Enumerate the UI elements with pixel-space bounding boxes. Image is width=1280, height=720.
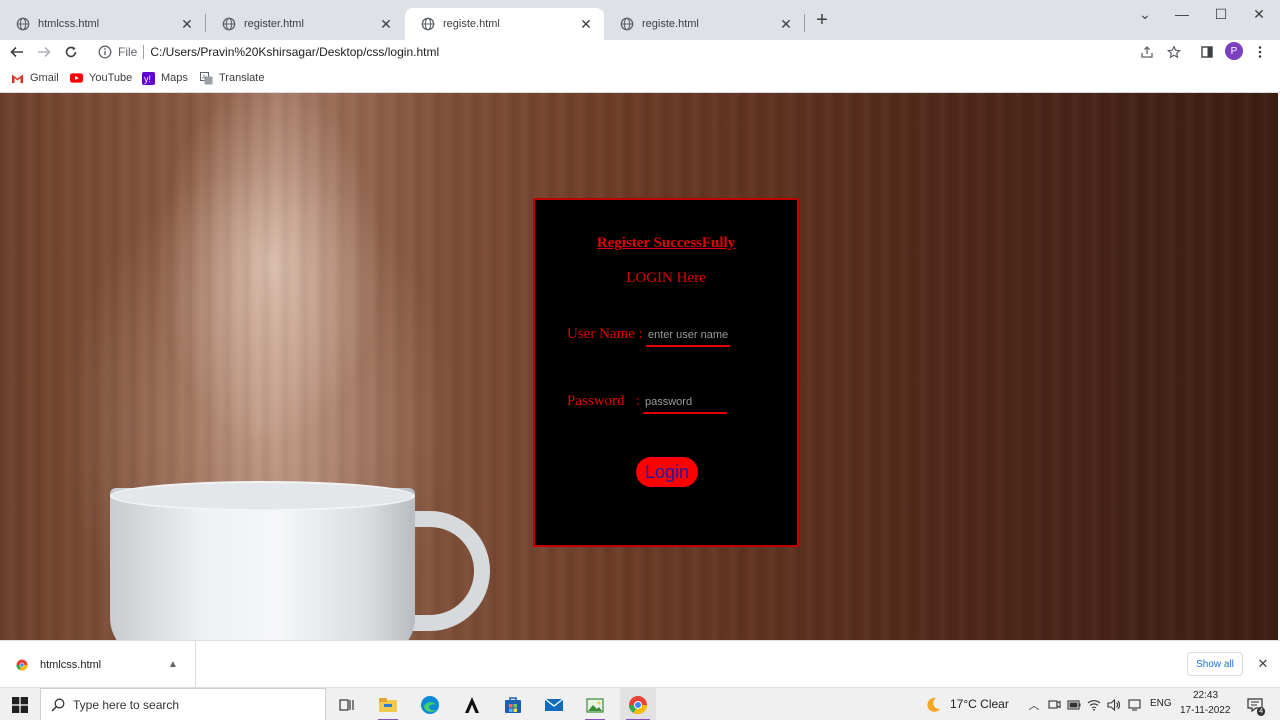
login-panel: Register SuccessFully LOGIN Here User Na… [533,198,799,547]
chrome-file-icon [16,659,28,671]
forward-button[interactable] [34,42,54,62]
translate-icon: A [200,71,213,85]
address-bar[interactable]: File C:/Users/Pravin%20Kshirsagar/Deskto… [90,40,1190,64]
volume-icon[interactable] [1106,688,1122,720]
page-viewport: Register SuccessFully LOGIN Here User Na… [0,93,1278,640]
tab-registe[interactable]: registe.html ✕ [604,8,804,40]
tab-htmlcss[interactable]: htmlcss.html ✕ [0,8,205,40]
url-divider [143,45,145,59]
taskbar-search-placeholder: Type here to search [73,697,180,712]
bookmark-maps[interactable]: y! Maps [142,71,188,85]
mail-icon[interactable] [538,688,570,720]
windows-taskbar: Type here to search 17°C Clear ︿ ENG 22:… [0,687,1280,720]
coffee-cup-rim [110,481,415,511]
close-download-shelf-icon[interactable]: ✕ [1255,656,1271,672]
tab-title: registe.html [642,18,699,30]
bookmark-label: Translate [219,72,265,84]
youtube-icon [70,72,83,85]
minimize-button[interactable]: — [1163,0,1201,28]
bookmark-label: Gmail [30,72,59,84]
file-explorer-icon[interactable] [372,688,404,720]
meet-now-icon[interactable] [1046,688,1062,720]
notification-count-badge: 4 [1257,707,1265,716]
windows-logo-icon [12,696,28,713]
display-icon[interactable] [1126,688,1142,720]
task-view-icon[interactable] [334,688,360,720]
show-all-button[interactable]: Show all [1187,652,1243,676]
maximize-button[interactable]: ☐ [1202,0,1240,28]
new-tab-button[interactable]: + [812,10,832,31]
username-input[interactable] [646,325,730,347]
browser-toolbar: File C:/Users/Pravin%20Kshirsagar/Deskto… [0,40,1280,64]
bookmarks-bar: Gmail YouTube y! Maps A Translate [0,64,1280,93]
app-a-icon[interactable] [456,688,488,720]
browser-tab-strip: htmlcss.html ✕ register.html ✕ registe.h… [0,0,1280,40]
language-indicator[interactable]: ENG [1150,698,1172,709]
tab-title: htmlcss.html [38,18,100,30]
tab-close-icon[interactable]: ✕ [578,16,594,32]
username-label: User Name : [567,326,643,342]
tab-close-icon[interactable]: ✕ [378,16,394,32]
globe-icon [620,17,634,31]
bookmark-star-icon[interactable] [1164,42,1184,62]
chevron-up-icon[interactable]: ▲ [163,655,183,675]
menu-kebab-icon[interactable] [1250,42,1270,62]
profile-avatar[interactable]: P [1225,42,1243,60]
download-item[interactable]: htmlcss.html ▲ [0,641,196,688]
password-input[interactable] [643,392,727,414]
photo-app-icon[interactable] [579,688,611,720]
register-success-message[interactable]: Register SuccessFully [535,235,797,252]
download-shelf: htmlcss.html ▲ Show all ✕ [0,640,1280,688]
edge-icon[interactable] [414,688,446,720]
back-button[interactable] [7,42,27,62]
clock-time[interactable]: 22:43 [1193,690,1218,701]
tab-close-icon[interactable]: ✕ [179,16,195,32]
tab-registe-active[interactable]: registe.html ✕ [405,8,604,40]
battery-icon[interactable] [1066,688,1082,720]
notification-center-button[interactable]: 4 [1244,688,1266,720]
download-file-name: htmlcss.html [40,658,102,671]
reload-button[interactable] [61,42,81,62]
taskbar-search-box[interactable]: Type here to search [40,688,326,720]
globe-icon [222,17,236,31]
tab-separator [804,14,805,32]
clock-date[interactable]: 17-11-2022 [1180,705,1230,716]
arrow-left-icon [10,46,23,58]
maps-icon: y! [142,71,155,85]
network-icon[interactable] [1086,688,1102,720]
chrome-taskbar-icon[interactable] [620,688,656,720]
svg-text:A: A [202,75,206,81]
bookmark-youtube[interactable]: YouTube [70,71,132,85]
weather-moon-icon[interactable] [922,688,944,720]
weather-text[interactable]: 17°C Clear [950,697,1009,711]
tab-register[interactable]: register.html ✕ [206,8,404,40]
info-icon[interactable] [98,45,112,59]
reload-icon [65,46,77,58]
close-window-button[interactable]: ✕ [1240,0,1278,28]
tab-title: registe.html [443,18,500,30]
share-icon[interactable] [1137,42,1157,62]
globe-icon [16,17,30,31]
svg-text:y!: y! [144,74,151,84]
login-heading: LOGIN Here [626,270,706,286]
tab-title: register.html [244,18,304,30]
arrow-right-icon [38,46,51,58]
bookmark-gmail[interactable]: Gmail [11,71,59,85]
gmail-icon [11,72,24,85]
bookmark-label: YouTube [89,72,133,84]
bookmark-label: Maps [161,72,188,84]
url-scheme-label: File [118,45,138,59]
search-icon [51,698,65,712]
side-panel-icon[interactable] [1197,42,1217,62]
globe-icon [421,17,435,31]
password-label: Password : [567,393,640,409]
url-text[interactable]: C:/Users/Pravin%20Kshirsagar/Desktop/css… [150,45,439,59]
tray-chevron-up-icon[interactable]: ︿ [1026,688,1042,720]
store-icon[interactable] [497,688,529,720]
bookmark-translate[interactable]: A Translate [200,71,264,85]
tab-search-chevron-icon[interactable]: ⌄ [1126,0,1164,28]
login-button[interactable]: Login [636,457,698,487]
start-button[interactable] [6,688,34,720]
tab-close-icon[interactable]: ✕ [778,16,794,32]
